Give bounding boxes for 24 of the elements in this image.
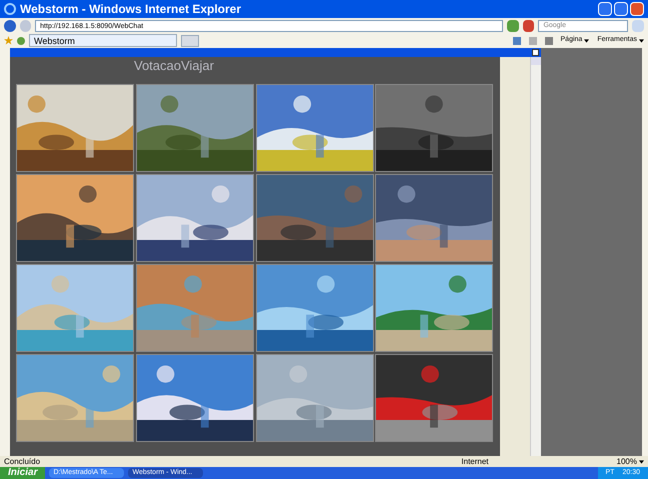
scrollbar[interactable]: [530, 57, 541, 456]
start-button[interactable]: Iniciar: [0, 467, 46, 479]
close-button[interactable]: [532, 49, 539, 56]
window-title: Webstorm - Windows Internet Explorer: [20, 1, 242, 18]
caret-icon: [639, 460, 644, 464]
home-icon[interactable]: [512, 36, 521, 44]
feeds-icon[interactable]: [528, 36, 537, 44]
add-favorite-icon[interactable]: [17, 36, 25, 44]
back-button[interactable]: [4, 20, 16, 32]
gallery-heading: VotacaoViajar: [133, 57, 215, 75]
browser-tab[interactable]: Webstorm: [29, 34, 177, 47]
minimize-button[interactable]: [598, 2, 612, 16]
new-tab-button[interactable]: [181, 34, 199, 46]
zone-text: Internet: [461, 456, 489, 468]
refresh-button[interactable]: [507, 20, 519, 32]
caret-icon: [584, 38, 590, 42]
print-icon[interactable]: [544, 36, 553, 44]
caret-icon: [639, 38, 644, 42]
stop-button[interactable]: [522, 20, 534, 32]
ie-icon: [4, 3, 16, 15]
zoom-control[interactable]: 100%: [616, 456, 644, 468]
status-text: Concluído: [4, 456, 40, 468]
maximize-button[interactable]: [614, 2, 628, 16]
star-icon[interactable]: [4, 36, 13, 45]
